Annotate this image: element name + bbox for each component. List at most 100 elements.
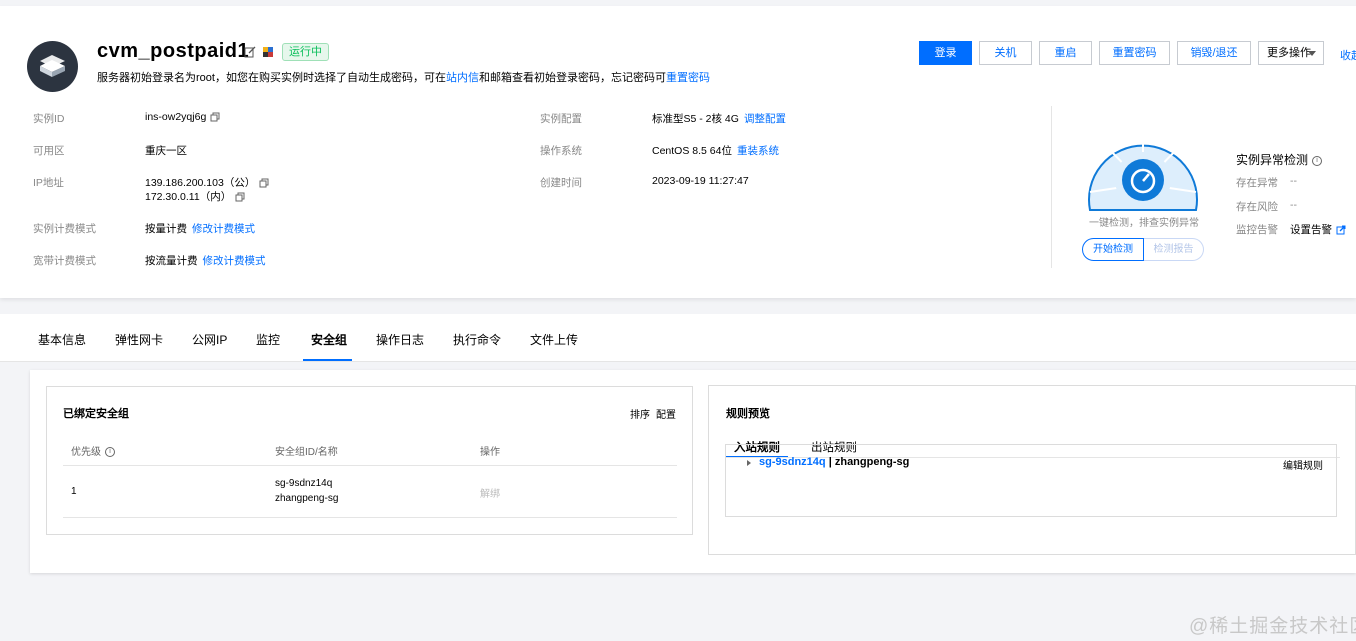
rules-preview-title: 规则预览	[726, 408, 770, 420]
detect-report-button[interactable]: 检测报告	[1144, 238, 1204, 261]
anomaly-label: 存在异常	[1236, 177, 1278, 189]
shutdown-button[interactable]: 关机	[979, 41, 1032, 65]
hint-text-2: 和邮箱查看初始登录密码，忘记密码可	[478, 72, 666, 84]
bound-sg-title: 已绑定安全组	[63, 408, 129, 420]
site-message-link[interactable]: 站内信	[446, 72, 479, 84]
billing-value: 按量计费 修改计费模式	[145, 221, 255, 236]
active-tab-indicator	[303, 359, 352, 361]
rule-separator: |	[825, 456, 835, 468]
copy-icon[interactable]	[235, 192, 245, 202]
alarm-label: 监控告警	[1236, 224, 1278, 236]
tab-file-upload[interactable]: 文件上传	[530, 331, 578, 348]
more-actions-label: 更多操作	[1267, 47, 1311, 59]
adjust-config-link[interactable]: 调整配置	[744, 113, 786, 125]
collapse-link[interactable]: 收起	[1340, 47, 1356, 63]
bandwidth-billing-label: 宽带计费模式	[33, 255, 96, 267]
status-badge: 运行中	[282, 43, 329, 61]
table-header-divider	[63, 465, 677, 466]
change-billing-link[interactable]: 修改计费模式	[192, 223, 255, 235]
watermark: @稀土掘金技术社区	[1189, 616, 1356, 637]
info-icon[interactable]: i	[105, 447, 115, 458]
chevron-down-icon	[1308, 51, 1316, 56]
instance-id-label: 实例ID	[33, 113, 65, 125]
edit-rules-link[interactable]: 编辑规则	[1283, 457, 1323, 472]
set-alarm-text: 设置告警	[1290, 224, 1332, 236]
restart-button[interactable]: 重启	[1039, 41, 1092, 65]
zone-label: 可用区	[33, 145, 65, 157]
created-value: 2023-09-19 11:27:47	[652, 175, 749, 187]
reset-password-link[interactable]: 重置密码	[666, 72, 710, 84]
anomaly-detect-title: 实例异常检测 i	[1236, 151, 1323, 168]
login-button[interactable]: 登录	[919, 41, 972, 65]
chevron-right-icon[interactable]	[746, 459, 752, 467]
tab-elastic-nic[interactable]: 弹性网卡	[115, 331, 163, 348]
anomaly-value: --	[1290, 175, 1297, 187]
unbind-button[interactable]: 解绑	[480, 485, 500, 500]
os-value: CentOS 8.5 64位 重装系统	[652, 143, 779, 158]
copy-icon[interactable]	[210, 112, 220, 122]
tab-security-group[interactable]: 安全组	[311, 331, 347, 348]
login-hint: 服务器初始登录名为root，如您在购买实例时选择了自动生成密码，可在站内信和邮箱…	[97, 69, 710, 85]
rule-sg-id[interactable]: sg-9sdnz14q	[759, 456, 826, 468]
config-label: 实例配置	[540, 113, 582, 125]
ip-label: IP地址	[33, 177, 64, 189]
tab-basic-info[interactable]: 基本信息	[38, 331, 86, 348]
instance-id-value: ins-ow2yqj6g	[145, 111, 220, 123]
public-ip-text: 139.186.200.103（公）	[145, 177, 256, 189]
column-priority: 优先级 i	[71, 443, 115, 458]
os-label: 操作系统	[540, 145, 582, 157]
private-ip-text: 172.30.0.11（内）	[145, 191, 232, 203]
hint-text: 服务器初始登录名为root，如您在购买实例时选择了自动生成密码，可在	[97, 72, 446, 84]
table-row-divider	[63, 517, 677, 518]
tab-monitoring[interactable]: 监控	[256, 331, 280, 348]
health-gauge-icon	[1088, 130, 1198, 211]
rule-group-box: sg-9sdnz14q | zhangpeng-sg 编辑规则	[725, 444, 1337, 517]
instance-avatar	[27, 41, 78, 92]
destroy-button[interactable]: 销毁/退还	[1177, 41, 1251, 65]
reset-password-button[interactable]: 重置密码	[1099, 41, 1170, 65]
start-detect-button[interactable]: 开始检测	[1082, 238, 1144, 261]
configure-link[interactable]: 配置	[656, 406, 676, 421]
row-priority: 1	[71, 486, 77, 497]
public-ip-value: 139.186.200.103（公）	[145, 175, 269, 190]
security-group-content: 已绑定安全组 排序 配置 优先级 i 安全组ID/名称 操作 1 sg-9sdnz…	[30, 370, 1356, 573]
info-icon[interactable]: i	[1312, 155, 1323, 166]
reinstall-os-link[interactable]: 重装系统	[737, 145, 779, 157]
bandwidth-text: 按流量计费	[145, 255, 198, 267]
column-action: 操作	[480, 447, 500, 458]
external-link-icon	[1336, 225, 1346, 235]
set-alarm-link[interactable]: 设置告警	[1290, 222, 1346, 237]
instance-name: cvm_postpaid1	[97, 40, 250, 62]
billing-label: 实例计费模式	[33, 223, 96, 235]
tab-execute-command[interactable]: 执行命令	[453, 331, 501, 348]
sort-link[interactable]: 排序	[630, 406, 650, 421]
risk-value: --	[1290, 199, 1297, 211]
rule-group-title[interactable]: sg-9sdnz14q | zhangpeng-sg	[759, 456, 909, 468]
created-label: 创建时间	[540, 177, 582, 189]
copy-icon[interactable]	[259, 178, 269, 188]
rule-sg-name: zhangpeng-sg	[834, 456, 910, 468]
divider	[1051, 106, 1052, 268]
bandwidth-billing-value: 按流量计费 修改计费模式	[145, 253, 266, 268]
private-ip-value: 172.30.0.11（内）	[145, 189, 245, 204]
instance-header-card: cvm_postpaid1 运行中 服务器初始登录名为root，如您在购买实例时…	[0, 6, 1356, 298]
billing-text: 按量计费	[145, 223, 187, 235]
row-sg-name: zhangpeng-sg	[275, 493, 339, 504]
tag-color-icon[interactable]	[262, 46, 274, 58]
tab-operation-log[interactable]: 操作日志	[376, 331, 424, 348]
tab-public-ip[interactable]: 公网IP	[192, 331, 227, 348]
server-icon	[40, 55, 65, 77]
change-bandwidth-billing-link[interactable]: 修改计费模式	[203, 255, 266, 267]
bound-security-groups-panel: 已绑定安全组 排序 配置 优先级 i 安全组ID/名称 操作 1 sg-9sdnz…	[46, 386, 693, 535]
row-sg-id-link[interactable]: sg-9sdnz14q	[275, 478, 332, 489]
rules-preview-panel: 规则预览 入站规则 出站规则 sg-9sdnz14q | zhangpeng-s…	[708, 385, 1356, 555]
config-value: 标准型S5 - 2核 4G 调整配置	[652, 111, 786, 126]
instance-id-text: ins-ow2yqj6g	[145, 111, 207, 123]
column-sg-id-name: 安全组ID/名称	[275, 447, 338, 458]
config-text: 标准型S5 - 2核 4G	[652, 113, 739, 125]
zone-value: 重庆一区	[145, 145, 187, 157]
os-text: CentOS 8.5 64位	[652, 145, 732, 157]
risk-label: 存在风险	[1236, 201, 1278, 213]
edit-icon[interactable]	[244, 46, 256, 58]
more-actions-dropdown[interactable]: 更多操作	[1258, 41, 1324, 65]
